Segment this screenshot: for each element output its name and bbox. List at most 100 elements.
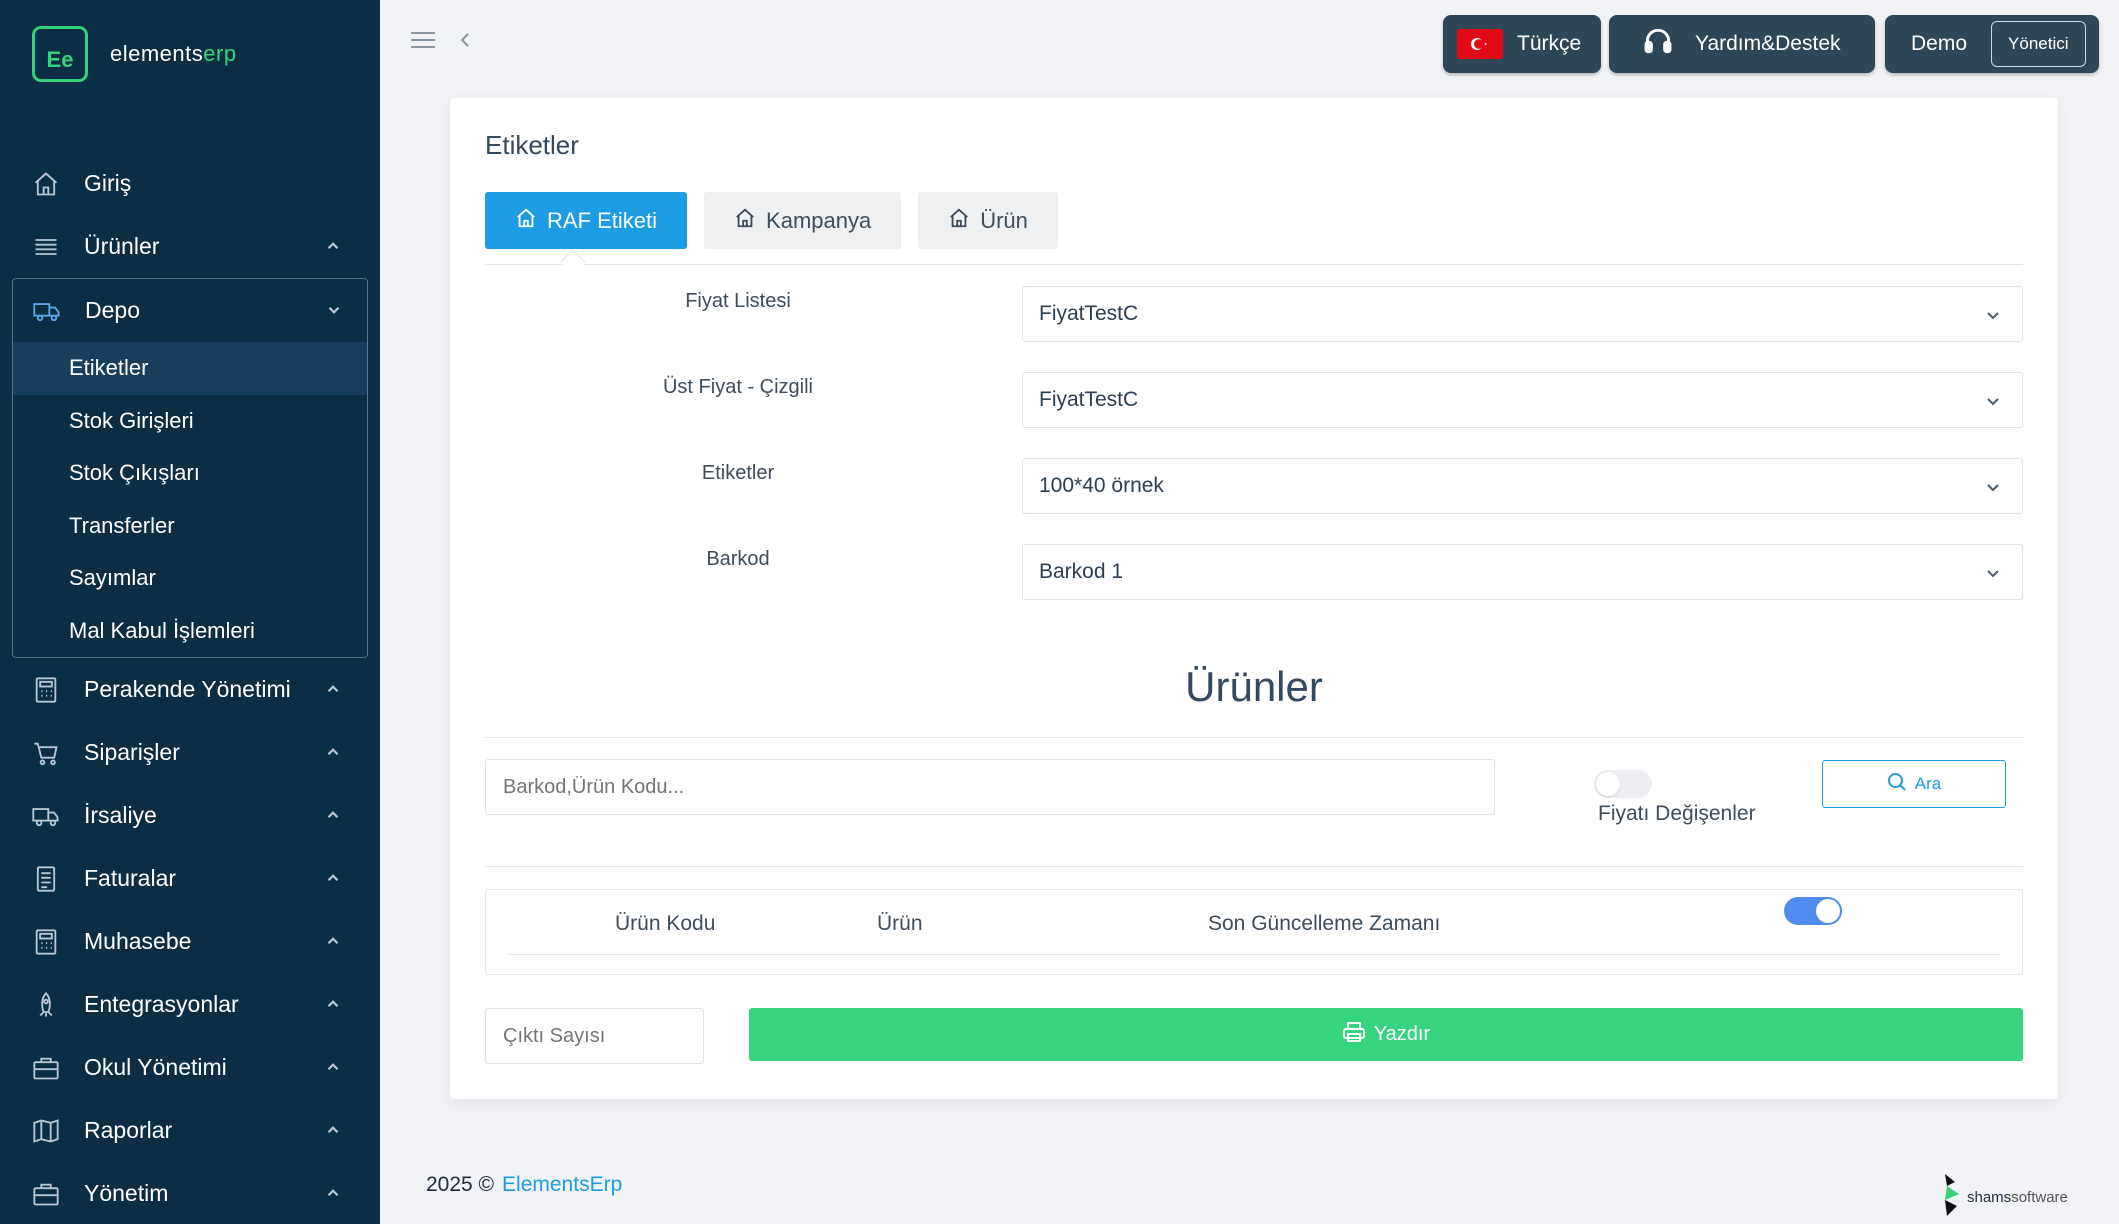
sidebar-item-label: Entegrasyonlar [84, 991, 239, 1017]
calculator-icon [30, 674, 62, 706]
sidebar-item-label: Ürünler [84, 233, 160, 259]
sidebar-group-depo: Depo Etiketler Stok Girişleri Stok Çıkış… [12, 278, 368, 658]
sidebar-item-faturalar[interactable]: Faturalar [0, 847, 380, 910]
sidebar-subitem-transferler[interactable]: Transferler [13, 500, 367, 553]
form-row-barcode: Barkod Barkod 1 [485, 544, 2023, 600]
barcode-select[interactable]: Barkod 1 [1022, 544, 2023, 600]
labels-select[interactable]: 100*40 örnek [1022, 458, 2023, 514]
shams-logo-icon [1937, 1172, 1967, 1222]
chevron-up-icon [327, 1063, 339, 1071]
active-tab-caret [560, 249, 586, 275]
sidebar-item-label: Okul Yönetimi [84, 1054, 227, 1080]
sidebar-item-siparisler[interactable]: Siparişler [0, 721, 380, 784]
tab-urun[interactable]: Ürün [918, 192, 1058, 249]
sidebar-subitem-mal-kabul[interactable]: Mal Kabul İşlemleri [13, 605, 367, 658]
turkey-flag-icon [1457, 29, 1503, 59]
print-button-label: Yazdır [1373, 1023, 1431, 1045]
chevron-up-icon [327, 1189, 339, 1197]
table-header-last-update: Son Güncelleme Zamanı [1208, 912, 1441, 935]
sidebar-subitem-stok-girisleri[interactable]: Stok Girişleri [13, 395, 367, 448]
truck-icon [31, 295, 63, 327]
barcode-label: Barkod [706, 548, 770, 570]
hamburger-menu-icon[interactable] [410, 30, 436, 55]
briefcase-icon [30, 1178, 62, 1210]
calculator-icon [30, 926, 62, 958]
list-icon [30, 231, 62, 263]
select-all-toggle[interactable] [1784, 897, 1842, 925]
sidebar-item-irsaliye[interactable]: İrsaliye [0, 784, 380, 847]
printer-icon [1342, 1021, 1366, 1049]
upper-price-label: Üst Fiyat - Çizgili [662, 376, 813, 398]
home-icon [734, 207, 756, 235]
search-icon [1887, 772, 1907, 797]
label-type-tabs: RAF Etiketi Kampanya Ürün [485, 192, 1058, 249]
sidebar-item-urunler[interactable]: Ürünler [0, 215, 380, 278]
sidebar-item-label: Giriş [84, 170, 132, 196]
products-section-title: Ürünler [1185, 663, 1323, 710]
truck-icon [30, 800, 62, 832]
logo-name-b: erp [203, 41, 237, 66]
upper-price-select[interactable]: FiyatTestC [1022, 372, 2023, 428]
vendor-name-b: software [2011, 1188, 2068, 1206]
output-count-input[interactable] [485, 1008, 704, 1064]
sidebar-item-giris[interactable]: Giriş [0, 152, 380, 215]
sidebar-item-okul-yonetimi[interactable]: Okul Yönetimi [0, 1036, 380, 1099]
sidebar-item-label: Depo [85, 297, 140, 323]
sidebar-subitem-etiketler[interactable]: Etiketler [13, 342, 367, 395]
map-icon [30, 1115, 62, 1147]
page-title: Etiketler [485, 130, 579, 160]
search-button[interactable]: Ara [1822, 760, 2006, 808]
user-name: Demo [1911, 32, 1968, 55]
price-changed-label: Fiyatı Değişenler [1598, 802, 1756, 825]
sidebar-subitem-stok-cikislari[interactable]: Stok Çıkışları [13, 447, 367, 500]
tab-label: Ürün [980, 207, 1028, 233]
labels-value: 100*40 örnek [1039, 474, 1164, 497]
chevron-down-icon [328, 306, 340, 314]
sidebar-item-label: Faturalar [84, 865, 177, 891]
app-logo[interactable]: Ee elementserp [32, 26, 237, 82]
form-row-labels: Etiketler 100*40 örnek [485, 458, 2023, 514]
topbar-left [410, 30, 472, 55]
upper-price-value: FiyatTestC [1039, 388, 1139, 411]
user-menu-button[interactable]: Demo Yönetici [1885, 15, 2099, 73]
table-header-product: Ürün [877, 912, 923, 935]
tab-raf-etiketi[interactable]: RAF Etiketi [485, 192, 688, 249]
invoice-icon [30, 863, 62, 895]
print-button[interactable]: Yazdır [749, 1008, 2023, 1061]
sidebar-item-label: Perakende Yönetimi [84, 676, 291, 702]
footer: 2025 © ElementsErp [426, 1173, 622, 1197]
language-button[interactable]: Türkçe [1443, 15, 1601, 73]
collapse-chevron-icon[interactable] [458, 30, 472, 55]
sidebar-item-muhasebe[interactable]: Muhasebe [0, 910, 380, 973]
cart-icon [30, 737, 62, 769]
home-icon [515, 207, 537, 235]
price-changed-toggle[interactable] [1594, 770, 1652, 798]
footer-brand-link[interactable]: ElementsErp [502, 1173, 622, 1196]
table-divider [485, 866, 2023, 867]
price-list-label: Fiyat Listesi [685, 290, 791, 312]
user-role-badge: Yönetici [1991, 21, 2086, 67]
chevron-up-icon [327, 874, 339, 882]
vendor-logo[interactable]: shams software [1937, 1172, 2068, 1222]
footer-year: 2025 © [426, 1173, 495, 1196]
sidebar-subitem-sayimlar[interactable]: Sayımlar [13, 552, 367, 605]
chevron-up-icon [327, 685, 339, 693]
sidebar-item-raporlar[interactable]: Raporlar [0, 1099, 380, 1162]
briefcase-icon [30, 1052, 62, 1084]
sidebar: Ee elementserp Giriş Ürünler Depo Etiket… [0, 0, 380, 1224]
help-support-button[interactable]: Yardım&Destek [1609, 15, 1875, 73]
sidebar-item-entegrasyonlar[interactable]: Entegrasyonlar [0, 973, 380, 1036]
tab-kampanya[interactable]: Kampanya [704, 192, 902, 249]
price-list-select[interactable]: FiyatTestC [1022, 286, 2023, 342]
sidebar-item-yonetim[interactable]: Yönetim [0, 1162, 380, 1224]
chevron-down-icon [1987, 570, 1999, 578]
price-list-value: FiyatTestC [1039, 302, 1139, 325]
chevron-up-icon [327, 1126, 339, 1134]
sidebar-item-depo[interactable]: Depo [13, 279, 367, 342]
product-search-input[interactable] [485, 759, 1495, 815]
chevron-up-icon [327, 242, 339, 250]
tabs-divider [485, 264, 2023, 265]
table-header-line [508, 954, 2001, 955]
chevron-down-icon [1987, 484, 1999, 492]
sidebar-item-perakende[interactable]: Perakende Yönetimi [0, 658, 380, 721]
